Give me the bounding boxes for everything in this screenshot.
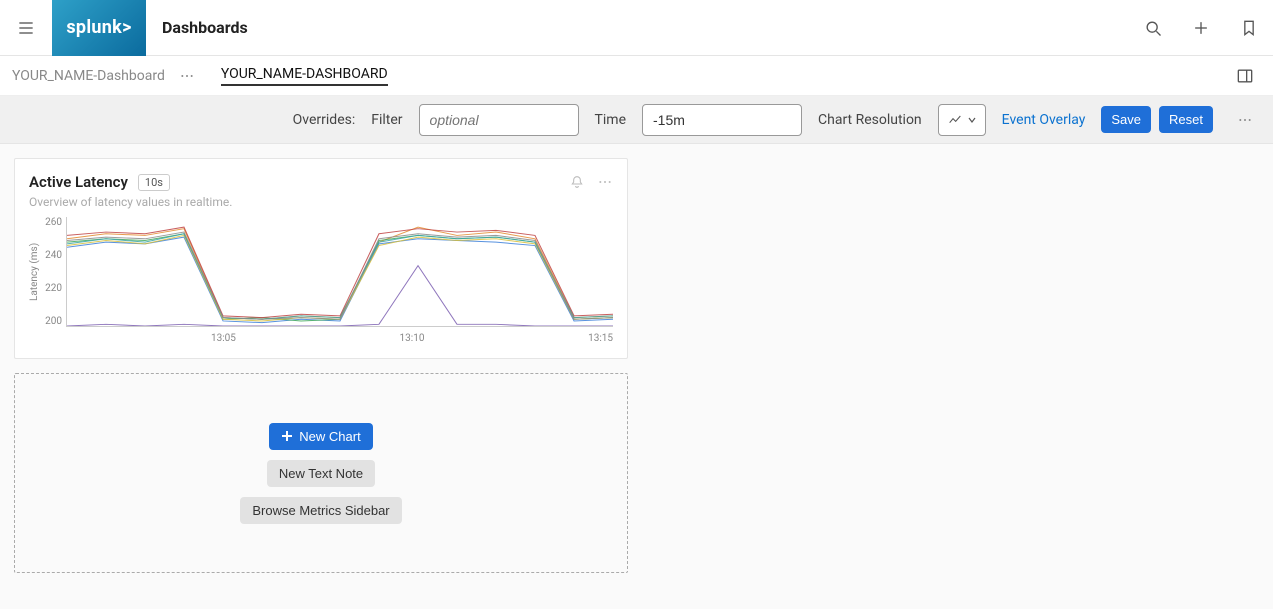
plot-area: [66, 217, 613, 327]
breadcrumb-bar: YOUR_NAME-Dashboard YOUR_NAME-DASHBOARD: [0, 56, 1273, 96]
ytick: 260: [45, 217, 62, 228]
browse-metrics-button[interactable]: Browse Metrics Sidebar: [240, 497, 401, 524]
overrides-label: Overrides:: [293, 112, 356, 128]
y-axis-label: Latency (ms): [29, 217, 40, 327]
overrides-toolbar: Overrides: Filter Time Chart Resolution …: [0, 96, 1273, 144]
panel-icon: [1235, 66, 1255, 86]
xtick: 13:15: [588, 333, 613, 344]
ellipsis-icon: [179, 68, 195, 84]
ytick: 200: [45, 316, 62, 327]
filter-label: Filter: [371, 112, 402, 128]
content-area: Active Latency 10s Overview of latency v…: [0, 144, 1273, 587]
line-chart: [67, 217, 613, 326]
resolution-label: Chart Resolution: [818, 112, 922, 128]
reset-button[interactable]: Reset: [1159, 106, 1213, 133]
time-input[interactable]: [642, 104, 802, 136]
bookmark-button[interactable]: [1225, 0, 1273, 56]
ellipsis-icon[interactable]: [597, 174, 613, 190]
chevron-down-icon: [967, 115, 977, 125]
add-button[interactable]: [1177, 0, 1225, 56]
card-header: Active Latency 10s: [29, 173, 613, 191]
bell-icon[interactable]: [569, 174, 585, 190]
filter-input[interactable]: [419, 104, 579, 136]
card-actions: [569, 174, 613, 190]
time-label: Time: [595, 112, 626, 128]
app-header: splunk> Dashboards: [0, 0, 1273, 56]
breadcrumb-current: YOUR_NAME-DASHBOARD: [221, 66, 388, 86]
side-panel-toggle[interactable]: [1229, 66, 1261, 86]
plus-icon: [281, 430, 293, 442]
logo-text: splunk>: [66, 17, 131, 38]
new-chart-button[interactable]: New Chart: [269, 423, 372, 450]
search-button[interactable]: [1129, 0, 1177, 56]
card-title: Active Latency: [29, 173, 128, 191]
breadcrumb-actions[interactable]: [173, 68, 201, 84]
event-overlay-link[interactable]: Event Overlay: [1002, 112, 1086, 128]
chart-icon: [947, 112, 963, 128]
chart-card[interactable]: Active Latency 10s Overview of latency v…: [14, 158, 628, 359]
breadcrumb-root[interactable]: YOUR_NAME-Dashboard: [12, 68, 165, 84]
chart-body: Latency (ms) 260 240 220 200: [29, 217, 613, 327]
ytick: 240: [45, 250, 62, 261]
search-icon: [1143, 18, 1163, 38]
new-text-note-button[interactable]: New Text Note: [267, 460, 375, 487]
ellipsis-icon: [1237, 112, 1253, 128]
x-axis-ticks: 13:05 13:10 13:15: [29, 327, 613, 344]
interval-badge: 10s: [138, 174, 170, 191]
menu-button[interactable]: [0, 0, 52, 56]
card-subtitle: Overview of latency values in realtime.: [29, 195, 613, 209]
hamburger-icon: [16, 18, 36, 38]
resolution-picker[interactable]: [938, 104, 986, 136]
page-title: Dashboards: [162, 18, 248, 37]
plus-icon: [1191, 18, 1211, 38]
logo[interactable]: splunk>: [52, 0, 146, 56]
ytick: 220: [45, 283, 62, 294]
new-widget-placeholder: New Chart New Text Note Browse Metrics S…: [14, 373, 628, 573]
toolbar-more[interactable]: [1229, 112, 1261, 128]
xtick: 13:05: [211, 333, 236, 344]
bookmark-icon: [1239, 18, 1259, 38]
save-button[interactable]: Save: [1101, 106, 1151, 133]
xtick: 13:10: [400, 333, 425, 344]
y-axis-ticks: 260 240 220 200: [40, 217, 66, 327]
save-reset-group: Save Reset: [1101, 106, 1213, 133]
new-chart-label: New Chart: [299, 429, 360, 444]
